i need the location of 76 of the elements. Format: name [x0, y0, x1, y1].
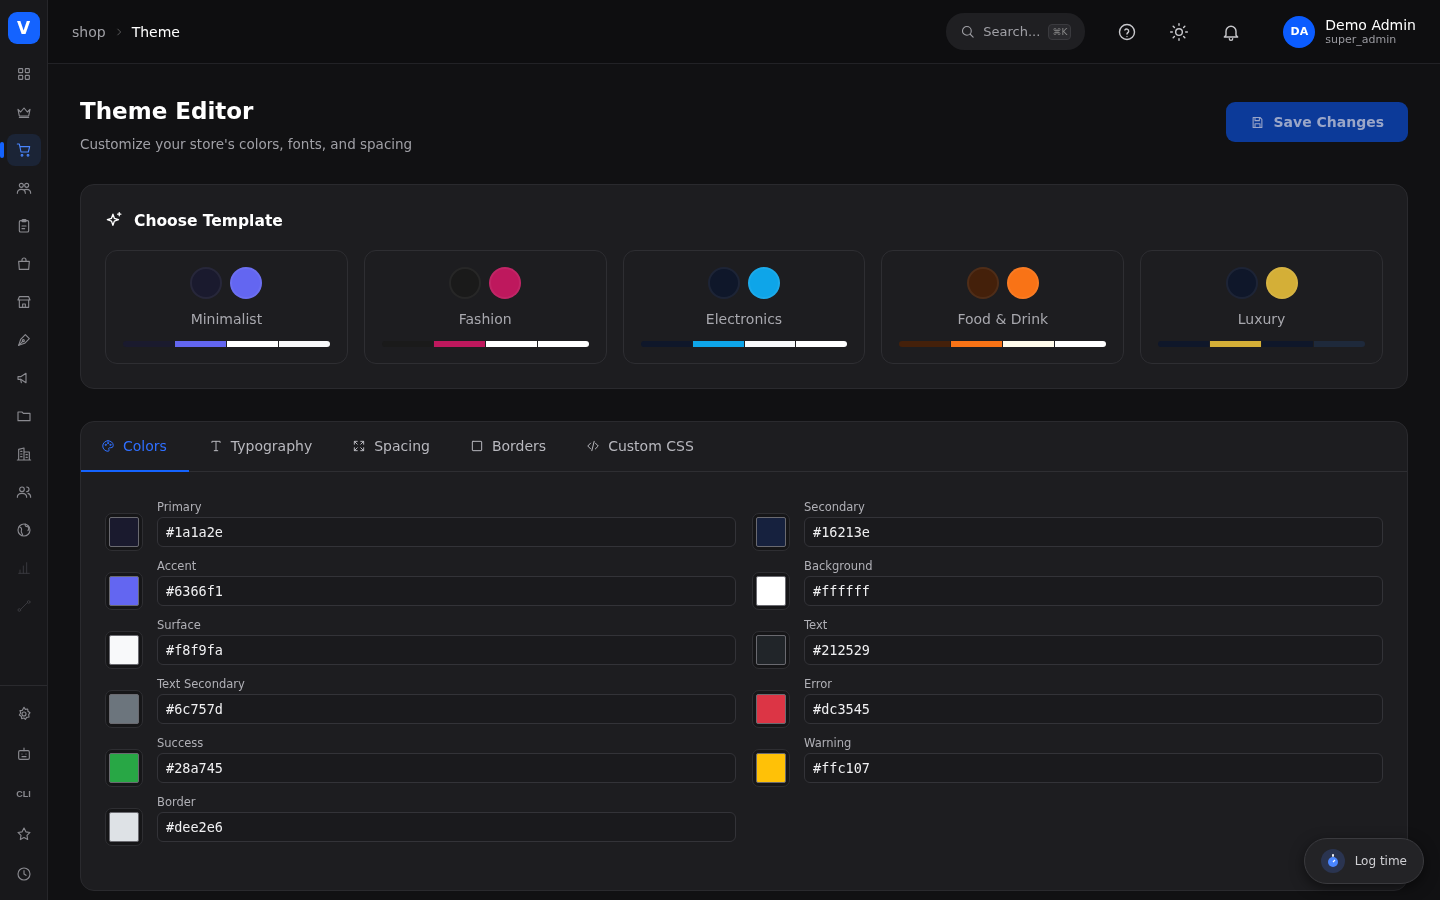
- user-role: super_admin: [1325, 33, 1398, 46]
- star-icon: [15, 826, 32, 842]
- color-swatch[interactable]: [105, 631, 143, 669]
- section-title: Choose Template: [134, 211, 283, 230]
- color-input[interactable]: #6c757d: [157, 694, 736, 724]
- field-label: Error: [804, 677, 834, 691]
- color-input[interactable]: #1a1a2e: [157, 517, 736, 547]
- sun-icon[interactable]: [1169, 21, 1190, 42]
- color-swatch[interactable]: [752, 749, 790, 787]
- tab[interactable]: Spacing: [332, 422, 450, 472]
- field-label: Success: [157, 736, 205, 750]
- template-card[interactable]: Food & Drink: [881, 250, 1125, 364]
- user-name: Demo Admin: [1325, 17, 1416, 33]
- color-swatch[interactable]: [105, 808, 143, 846]
- color-input[interactable]: #ffffff: [804, 576, 1383, 606]
- field-label: Primary: [157, 500, 203, 514]
- color-input[interactable]: #28a745: [157, 753, 736, 783]
- color-swatch[interactable]: [752, 513, 790, 551]
- color-input[interactable]: #ffc107: [804, 753, 1383, 783]
- page-title: Theme Editor: [80, 98, 255, 124]
- color-input[interactable]: #f8f9fa: [157, 635, 736, 665]
- search-field[interactable]: Search... ⌘K: [946, 13, 1086, 50]
- color-swatch[interactable]: [105, 513, 143, 551]
- color-input[interactable]: #6366f1: [157, 576, 736, 606]
- template-card[interactable]: Luxury: [1140, 250, 1383, 364]
- field-label: Border: [157, 795, 197, 809]
- field-label: Text: [804, 618, 829, 632]
- field-label: Text Secondary: [157, 677, 246, 691]
- template-card[interactable]: Minimalist: [105, 250, 348, 364]
- app-logo[interactable]: V: [7, 12, 40, 44]
- template-name: Fashion: [458, 311, 512, 327]
- page-subtitle: Customize your store's colors, fonts, and spacing: [80, 136, 413, 152]
- tab[interactable]: Custom CSS: [566, 422, 714, 472]
- breadcrumb-current: Theme: [131, 23, 180, 40]
- field-label: Surface: [157, 618, 202, 632]
- shortcut-hint: ⌘K: [1048, 23, 1072, 40]
- save-icon: [1250, 114, 1266, 130]
- breadcrumb-link[interactable]: shop: [72, 23, 106, 40]
- color-swatch[interactable]: [105, 690, 143, 728]
- user-avatar[interactable]: DA: [1283, 15, 1316, 48]
- tab[interactable]: Typography: [188, 422, 333, 472]
- field-label: Background: [804, 559, 874, 573]
- template-name: Electronics: [705, 311, 783, 327]
- color-swatch[interactable]: [752, 631, 790, 669]
- color-input[interactable]: #dc3545: [804, 694, 1383, 724]
- code-icon: [586, 439, 601, 453]
- stopwatch-icon: [1320, 849, 1345, 873]
- palette-icon: [101, 439, 115, 453]
- log-time-button[interactable]: Log time: [1303, 838, 1424, 884]
- color-input[interactable]: #16213e: [804, 517, 1383, 547]
- field-label: Secondary: [804, 500, 866, 514]
- color-swatch[interactable]: [105, 749, 143, 787]
- template-card[interactable]: Fashion: [363, 250, 607, 364]
- template-card[interactable]: Electronics: [622, 250, 866, 364]
- tab[interactable]: Colors: [81, 422, 189, 472]
- color-swatch[interactable]: [105, 572, 143, 610]
- color-swatch[interactable]: [752, 572, 790, 610]
- help-icon[interactable]: [1117, 21, 1138, 42]
- clock-icon: [15, 866, 32, 882]
- square-icon: [469, 439, 484, 453]
- text-icon: [208, 439, 223, 453]
- field-label: Accent: [157, 559, 198, 573]
- color-input[interactable]: #212529: [804, 635, 1383, 665]
- save-button[interactable]: Save Changes: [1226, 102, 1408, 142]
- cli-nav-item[interactable]: CLI: [6, 778, 41, 810]
- robot-icon: [15, 746, 32, 762]
- tab[interactable]: Borders: [449, 422, 567, 472]
- search-placeholder: Search...: [983, 24, 1041, 39]
- color-swatch[interactable]: [752, 690, 790, 728]
- template-name: Minimalist: [190, 311, 263, 327]
- template-name: Luxury: [1237, 311, 1286, 327]
- field-label: Warning: [804, 736, 853, 750]
- expand-icon: [352, 439, 367, 453]
- search-icon: [960, 24, 976, 39]
- template-name: Food & Drink: [957, 311, 1049, 327]
- color-input[interactable]: #dee2e6: [157, 812, 736, 842]
